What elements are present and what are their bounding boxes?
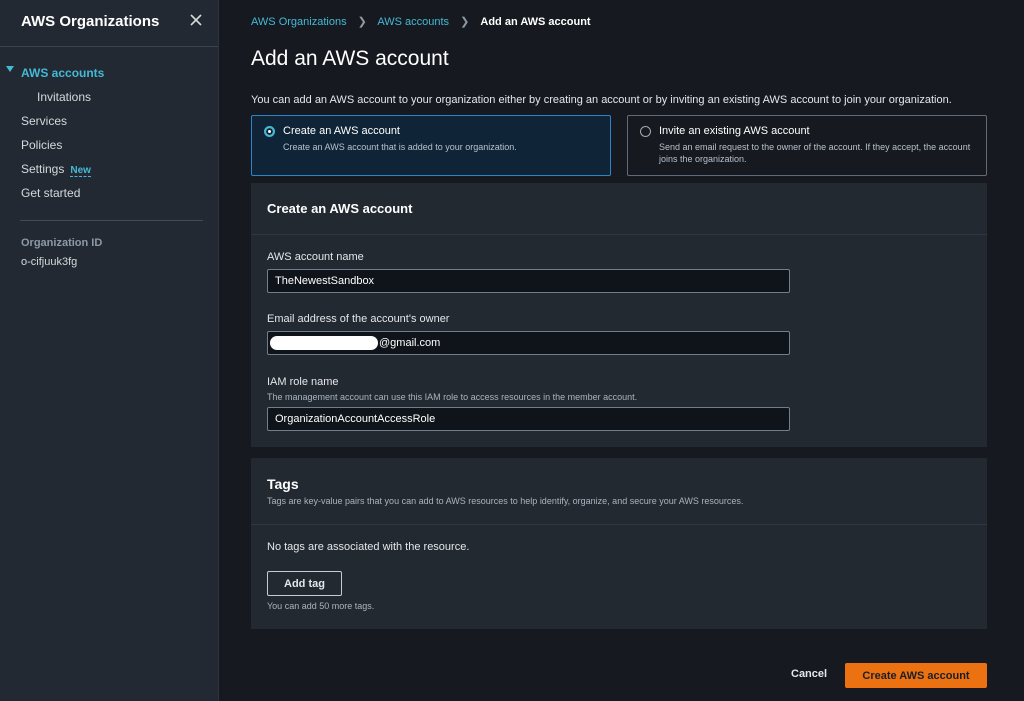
tags-header: Tags Tags are key-value pairs that you c… [251, 458, 987, 525]
sidebar-item-invitations[interactable]: Invitations [37, 90, 91, 104]
option-title: Invite an existing AWS account [659, 125, 810, 137]
main-content: AWS Organizations ❯ AWS accounts ❯ Add a… [219, 0, 1024, 701]
breadcrumb: AWS Organizations ❯ AWS accounts ❯ Add a… [251, 15, 591, 28]
email-label: Email address of the account's owner [267, 313, 450, 325]
sidebar-item-policies[interactable]: Policies [21, 138, 62, 152]
close-icon[interactable] [188, 12, 204, 28]
close-icon-svg [190, 14, 202, 26]
create-account-panel: Create an AWS account AWS account name T… [251, 183, 987, 447]
create-account-button[interactable]: Create AWS account [845, 663, 987, 688]
option-description: Send an email request to the owner of th… [659, 142, 971, 164]
tags-description: Tags are key-value pairs that you can ad… [267, 496, 744, 506]
sidebar-title: AWS Organizations [21, 13, 160, 30]
breadcrumb-aws-accounts[interactable]: AWS accounts [377, 16, 449, 28]
sidebar-divider [20, 220, 203, 221]
account-name-input[interactable]: TheNewestSandbox [267, 269, 790, 293]
option-title: Create an AWS account [283, 125, 400, 137]
organization-id-value: o-cifjuuk3fg [21, 256, 78, 268]
caret-down-icon[interactable] [6, 66, 14, 72]
tags-panel: Tags Tags are key-value pairs that you c… [251, 458, 987, 629]
iam-role-label: IAM role name [267, 376, 339, 388]
page-intro: You can add an AWS account to your organ… [251, 94, 952, 106]
tags-heading: Tags [267, 476, 299, 492]
sidebar: AWS Organizations AWS accounts Invitatio… [0, 0, 219, 701]
radio-button-selected[interactable] [264, 126, 275, 137]
option-description: Create an AWS account that is added to y… [283, 142, 517, 152]
iam-role-input[interactable]: OrganizationAccountAccessRole [267, 407, 790, 431]
sidebar-header: AWS Organizations [0, 0, 218, 47]
chevron-right-icon: ❯ [357, 16, 367, 28]
email-suffix: @gmail.com [379, 337, 441, 349]
panel-heading: Create an AWS account [267, 201, 413, 216]
iam-role-hint: The management account can use this IAM … [267, 392, 638, 402]
breadcrumb-aws-organizations[interactable]: AWS Organizations [251, 16, 347, 28]
radio-button[interactable] [640, 126, 651, 137]
page-title: Add an AWS account [251, 47, 449, 70]
sidebar-item-services[interactable]: Services [21, 114, 67, 128]
option-invite-account[interactable]: Invite an existing AWS account Send an e… [627, 115, 987, 176]
sidebar-item-aws-accounts[interactable]: AWS accounts [21, 66, 104, 80]
chevron-right-icon: ❯ [460, 16, 470, 28]
breadcrumb-current: Add an AWS account [480, 16, 591, 28]
sidebar-item-get-started[interactable]: Get started [21, 186, 80, 200]
sidebar-item-settings-wrap: Settings New [21, 162, 91, 177]
new-badge: New [70, 165, 91, 177]
email-input[interactable]: @gmail.com [267, 331, 790, 355]
organization-id-label: Organization ID [21, 237, 103, 249]
tags-limit-text: You can add 50 more tags. [267, 601, 375, 611]
no-tags-text: No tags are associated with the resource… [267, 541, 470, 553]
panel-header: Create an AWS account [251, 183, 987, 235]
account-name-label: AWS account name [267, 251, 364, 263]
redacted-text [270, 336, 378, 350]
option-create-account[interactable]: Create an AWS account Create an AWS acco… [251, 115, 611, 176]
sidebar-item-settings[interactable]: Settings [21, 162, 64, 176]
cancel-button[interactable]: Cancel [791, 668, 827, 680]
add-tag-button[interactable]: Add tag [267, 571, 342, 596]
